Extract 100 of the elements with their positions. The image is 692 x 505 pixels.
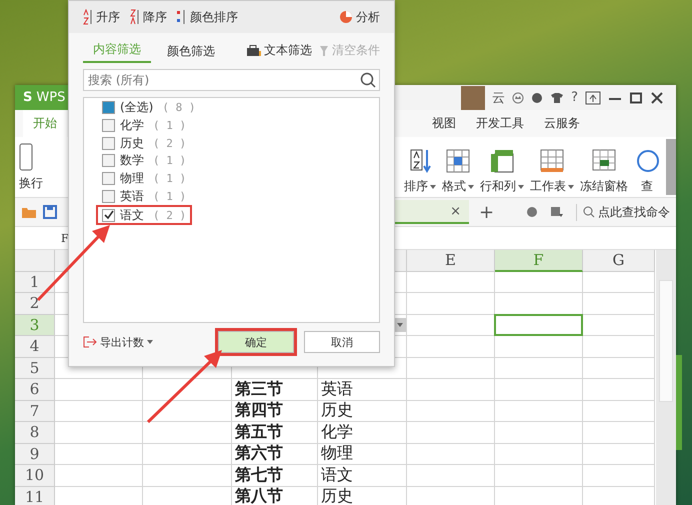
ok-button[interactable]: 确定 [218, 331, 294, 353]
item-count: ( 1 ) [152, 190, 186, 203]
command-search[interactable]: 点此查找命令 [576, 204, 670, 220]
menu-tab[interactable]: 云服务 [534, 115, 590, 132]
crown-icon[interactable] [512, 92, 524, 104]
toolbar-button[interactable]: 排序 [404, 148, 436, 195]
text-filter-button[interactable]: 文本筛选 [246, 42, 312, 63]
maximize-icon[interactable] [629, 92, 643, 104]
column-header[interactable]: E [407, 250, 495, 272]
user-name[interactable]: 云 [492, 88, 506, 106]
analyze-button[interactable]: 分析 [339, 8, 380, 26]
list-item[interactable]: 英语 ( 1 ) [96, 187, 192, 206]
item-label: 语文 [120, 206, 144, 224]
folder-icon[interactable] [21, 205, 37, 219]
row-header[interactable]: 2 [15, 293, 55, 314]
toolbar-button[interactable]: 行和列 [480, 148, 524, 195]
toolbar-button[interactable]: 工作表 [530, 148, 574, 195]
table-cell [583, 465, 655, 486]
item-label: 历史 [120, 134, 144, 152]
column-header[interactable]: G [583, 250, 655, 272]
checkbox[interactable] [102, 190, 115, 203]
table-cell [583, 293, 655, 314]
table-cell: 物理 [318, 444, 407, 465]
flag-icon[interactable] [550, 206, 564, 218]
wrap-text-button[interactable]: 换行 [19, 174, 43, 192]
item-count: ( 8 ) [161, 101, 196, 114]
vertical-scrollbar[interactable] [656, 250, 676, 505]
avatar[interactable] [461, 86, 486, 110]
search-icon[interactable] [360, 72, 376, 88]
circle-icon[interactable] [526, 206, 538, 218]
ring-icon [634, 148, 660, 174]
table-cell [583, 379, 655, 400]
row-header[interactable]: 1 [15, 272, 55, 293]
list-item[interactable]: 历史 ( 2 ) [96, 134, 192, 152]
menu-tab[interactable]: 开发工具 [466, 115, 534, 132]
sort-button[interactable]: 升序 [83, 8, 120, 26]
table-cell [583, 444, 655, 465]
sort-button[interactable]: 颜色排序 [177, 8, 238, 26]
item-count: ( 2 ) [152, 208, 186, 222]
row-header[interactable]: 7 [15, 400, 55, 422]
item-label: (全选) [120, 99, 154, 116]
document-icon[interactable] [19, 142, 33, 170]
filter-dropdown-button[interactable] [394, 318, 406, 332]
table-cell: 英语 [318, 379, 407, 400]
item-label: 数学 [120, 152, 144, 170]
list-item[interactable]: 化学 ( 1 ) [96, 116, 192, 134]
toolbar-button[interactable]: 查 [634, 148, 660, 195]
sort-descending-icon [130, 9, 140, 25]
row-header[interactable]: 10 [15, 465, 55, 486]
help-button[interactable]: ? [571, 90, 578, 105]
table-cell: 第八节 [232, 486, 318, 505]
table-cell [583, 422, 655, 444]
menu-tab[interactable]: 视图 [422, 115, 466, 132]
table-cell: 第六节 [232, 444, 318, 465]
row-header[interactable]: 11 [15, 486, 55, 505]
shirt-icon[interactable] [550, 92, 564, 104]
close-icon[interactable] [650, 92, 664, 104]
row-header[interactable]: 4 [15, 336, 55, 358]
toolbar-button[interactable]: 格式 [442, 148, 474, 195]
menu-tab[interactable]: 开始 [23, 110, 67, 137]
list-item[interactable]: 数学 ( 1 ) [96, 152, 192, 170]
briefcase-icon [246, 44, 262, 56]
cancel-button[interactable]: 取消 [304, 331, 380, 353]
table-cell: 化学 [318, 422, 407, 444]
export-count-button[interactable]: 导出计数 [83, 334, 153, 350]
checkbox[interactable] [102, 208, 115, 222]
checkbox[interactable] [102, 119, 115, 132]
checkbox[interactable] [102, 172, 115, 186]
circle-icon[interactable] [531, 92, 544, 104]
row-header[interactable]: 9 [15, 444, 55, 465]
grid-icon [445, 148, 471, 174]
row-header[interactable]: 8 [15, 422, 55, 444]
table-cell [583, 358, 655, 379]
table-cell [583, 336, 655, 358]
item-count: ( 1 ) [152, 154, 186, 168]
table-cell: 历史 [318, 400, 407, 422]
new-tab-button[interactable]: + [469, 202, 504, 222]
item-count: ( 2 ) [152, 136, 186, 150]
filter-tab[interactable]: 颜色筛选 [157, 41, 225, 63]
window-icon[interactable] [585, 90, 601, 104]
table-cell [583, 314, 655, 336]
checkbox[interactable] [102, 154, 115, 168]
sheet-icon [539, 148, 565, 174]
checkbox[interactable] [102, 136, 115, 150]
close-tab-button[interactable]: × [450, 204, 461, 218]
list-item[interactable]: (全选) ( 8 ) [96, 99, 202, 117]
search-field[interactable]: 搜索 (所有) [83, 69, 380, 91]
row-header[interactable]: 6 [15, 379, 55, 400]
color-sort-icon [177, 9, 187, 25]
list-item[interactable]: 物理 ( 1 ) [96, 170, 192, 188]
highlighted-list-item[interactable]: 语文 ( 2 ) [96, 205, 192, 226]
save-icon[interactable] [43, 205, 57, 219]
table-cell: 第三节 [232, 379, 318, 400]
row-header[interactable]: 5 [15, 358, 55, 379]
corner-cell[interactable] [15, 250, 55, 272]
item-count: ( 1 ) [152, 172, 186, 186]
sort-button[interactable]: 降序 [130, 8, 167, 26]
cell-reference: F [61, 232, 69, 244]
table-cell [583, 400, 655, 422]
toolbar-button[interactable]: 冻结窗格 [580, 148, 628, 195]
